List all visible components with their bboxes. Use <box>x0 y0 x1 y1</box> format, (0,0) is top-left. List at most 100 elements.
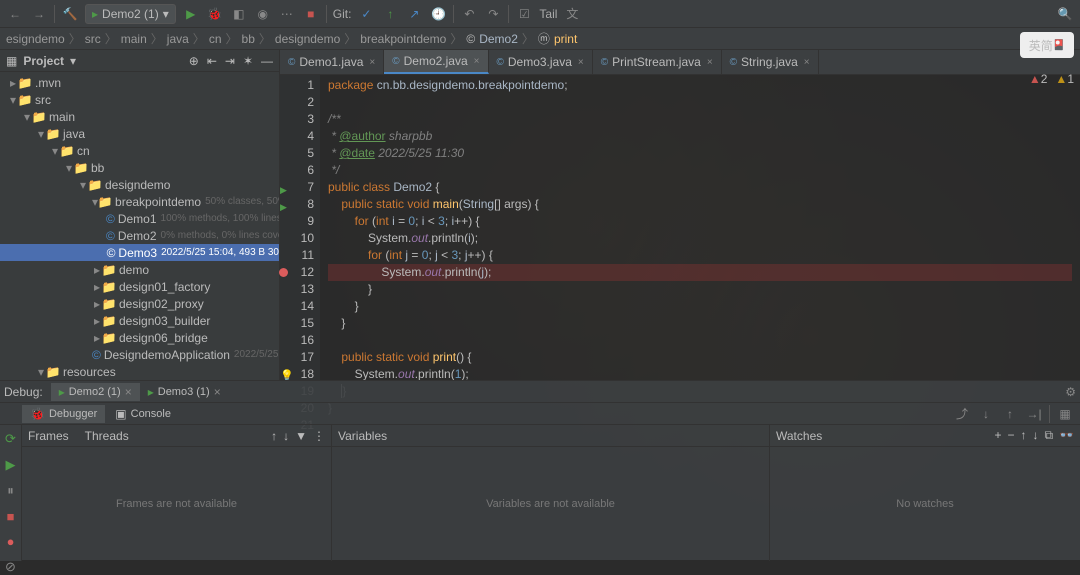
close-icon[interactable]: × <box>578 57 584 68</box>
debug-tool-window: Debug: ▸Demo2 (1) ×▸Demo3 (1) × ⚙ 🐞Debug… <box>0 380 1080 560</box>
hide-icon[interactable]: — <box>261 54 273 68</box>
redo-icon[interactable]: ↷ <box>484 5 502 23</box>
debug-subtab-debugger[interactable]: 🐞Debugger <box>22 405 105 423</box>
tree-item-demo2[interactable]: ©Demo20% methods, 0% lines cove <box>0 227 279 244</box>
filter-icon[interactable]: ▼ <box>295 429 307 443</box>
breadcrumb-item[interactable]: src <box>85 32 101 46</box>
settings-icon[interactable]: ✶ <box>243 54 253 68</box>
java-file-icon: © <box>497 57 504 68</box>
breadcrumb-item[interactable]: designdemo <box>275 32 340 46</box>
mute-bp-icon[interactable]: ⊘ <box>5 559 16 575</box>
stop-icon[interactable]: ■ <box>7 509 15 524</box>
tree-item-designdemo[interactable]: ▾📁designdemo <box>0 176 279 193</box>
tree-item-demo1[interactable]: ©Demo1100% methods, 100% lines <box>0 210 279 227</box>
step-into-icon[interactable]: ↓ <box>977 405 995 423</box>
step-over-icon[interactable]: ⤴ <box>953 405 971 423</box>
tree-item-demo[interactable]: ▸📁demo <box>0 261 279 278</box>
translate-icon[interactable]: 文 <box>563 5 581 23</box>
tree-item-.mvn[interactable]: ▸📁.mvn <box>0 74 279 91</box>
tail-check-icon[interactable]: ☑ <box>515 5 533 23</box>
editor-tab[interactable]: ©PrintStream.java× <box>593 50 722 74</box>
debug-subtoolbar: 🐞Debugger▣Console ⤴ ↓ ↑ →| ▦ <box>0 403 1080 425</box>
run-config-selector[interactable]: ▸ Demo2 (1) ▾ <box>85 4 176 24</box>
tree-item-java[interactable]: ▾📁java <box>0 125 279 142</box>
breadcrumb-sep: 〉 <box>259 30 271 47</box>
search-icon[interactable]: 🔍 <box>1056 5 1074 23</box>
prev-frame-icon[interactable]: ↑ <box>271 429 277 443</box>
profile-icon[interactable]: ◉ <box>254 5 272 23</box>
close-icon[interactable]: × <box>474 56 480 67</box>
tree-item-designdemoapplication[interactable]: ©DesigndemoApplication2022/5/25 1 <box>0 346 279 363</box>
editor-tab[interactable]: ©Demo3.java× <box>489 50 593 74</box>
up-icon[interactable]: ↑ <box>1020 428 1026 443</box>
project-tool-window: ▦ Project ▾ ⊕ ⇤ ⇥ ✶ — ▸📁.mvn▾📁src▾📁main▾… <box>0 50 280 380</box>
tree-item-src[interactable]: ▾📁src <box>0 91 279 108</box>
hammer-icon[interactable]: 🔨 <box>61 5 79 23</box>
expand-icon[interactable]: ⇥ <box>225 54 235 68</box>
next-frame-icon[interactable]: ↓ <box>283 429 289 443</box>
add-watch-icon[interactable]: + <box>994 428 1001 443</box>
run-to-cursor-icon[interactable]: →| <box>1025 405 1043 423</box>
close-icon[interactable]: × <box>707 57 713 68</box>
tree-item-breakpointdemo[interactable]: ▾📁breakpointdemo50% classes, 50% l <box>0 193 279 210</box>
tree-item-design03_builder[interactable]: ▸📁design03_builder <box>0 312 279 329</box>
glasses-icon[interactable]: 👓 <box>1059 428 1074 443</box>
tree-item-main[interactable]: ▾📁main <box>0 108 279 125</box>
gear-icon[interactable]: ⚙ <box>1065 385 1076 399</box>
git-push-icon[interactable]: ↗ <box>405 5 423 23</box>
remove-watch-icon[interactable]: − <box>1007 428 1014 443</box>
debug-run-tab[interactable]: ▸Demo3 (1) × <box>140 383 229 401</box>
tree-item-cn[interactable]: ▾📁cn <box>0 142 279 159</box>
editor-tab[interactable]: ©Demo1.java× <box>280 50 384 74</box>
tree-item-bb[interactable]: ▾📁bb <box>0 159 279 176</box>
project-tree[interactable]: ▸📁.mvn▾📁src▾📁main▾📁java▾📁cn▾📁bb▾📁designd… <box>0 72 279 380</box>
chevron-down-icon[interactable]: ▾ <box>70 54 76 68</box>
pause-icon[interactable]: ⏸ <box>7 483 14 499</box>
down-icon[interactable]: ↓ <box>1032 428 1038 443</box>
git-history-icon[interactable]: 🕘 <box>429 5 447 23</box>
collapse-icon[interactable]: ⇤ <box>207 54 217 68</box>
view-bp-icon[interactable]: ● <box>7 534 15 549</box>
close-icon[interactable]: × <box>804 57 810 68</box>
more-icon[interactable]: ⋯ <box>278 5 296 23</box>
copy-icon[interactable]: ⧉ <box>1044 428 1053 443</box>
variables-panel: Variables Variables are not available <box>332 425 770 561</box>
target-icon[interactable]: ⊕ <box>189 54 199 68</box>
debug-run-tab[interactable]: ▸Demo2 (1) × <box>51 383 140 401</box>
breadcrumb-item[interactable]: bb <box>242 32 255 46</box>
forward-icon[interactable]: → <box>30 5 48 23</box>
git-update-icon[interactable]: ✓ <box>357 5 375 23</box>
plugin-badge[interactable]: 英简🎴 <box>1020 32 1074 58</box>
debug-icon[interactable]: 🐞 <box>206 5 224 23</box>
breakpoint-icon[interactable] <box>279 268 288 277</box>
rerun-icon[interactable]: ⟳ <box>5 431 16 447</box>
breadcrumb-item[interactable]: esigndemo <box>6 32 65 46</box>
breadcrumb-item[interactable]: breakpointdemo <box>360 32 446 46</box>
evaluate-icon[interactable]: ▦ <box>1056 405 1074 423</box>
tree-item-demo3[interactable]: ©Demo32022/5/25 15:04, 493 B 30 <box>0 244 279 261</box>
play-icon[interactable]: ▶ <box>182 5 200 23</box>
editor-tab[interactable]: ©String.java× <box>722 50 819 74</box>
step-out-icon[interactable]: ↑ <box>1001 405 1019 423</box>
close-icon[interactable]: × <box>369 57 375 68</box>
debug-subtab-console[interactable]: ▣Console <box>107 405 179 423</box>
resume-icon[interactable]: ▶ <box>6 457 16 473</box>
breadcrumb-class[interactable]: Demo2 <box>479 32 518 46</box>
editor-tab[interactable]: ©Demo2.java× <box>384 50 488 74</box>
inspection-indicator[interactable]: ▲2 ▲1 <box>1029 72 1074 86</box>
tree-item-design06_bridge[interactable]: ▸📁design06_bridge <box>0 329 279 346</box>
breadcrumb-method[interactable]: print <box>554 32 577 46</box>
more-icon[interactable]: ⋮ <box>313 429 325 443</box>
breadcrumb-item[interactable]: main <box>121 32 147 46</box>
breadcrumb-item[interactable]: cn <box>209 32 222 46</box>
coverage-icon[interactable]: ◧ <box>230 5 248 23</box>
tree-item-design02_proxy[interactable]: ▸📁design02_proxy <box>0 295 279 312</box>
undo-icon[interactable]: ↶ <box>460 5 478 23</box>
breadcrumb-item[interactable]: java <box>167 32 189 46</box>
git-commit-icon[interactable]: ↑ <box>381 5 399 23</box>
tree-item-design01_factory[interactable]: ▸📁design01_factory <box>0 278 279 295</box>
stop-icon[interactable]: ■ <box>302 5 320 23</box>
tree-item-resources[interactable]: ▾📁resources <box>0 363 279 380</box>
warning-count: ▲1 <box>1055 72 1074 86</box>
back-icon[interactable]: ← <box>6 5 24 23</box>
